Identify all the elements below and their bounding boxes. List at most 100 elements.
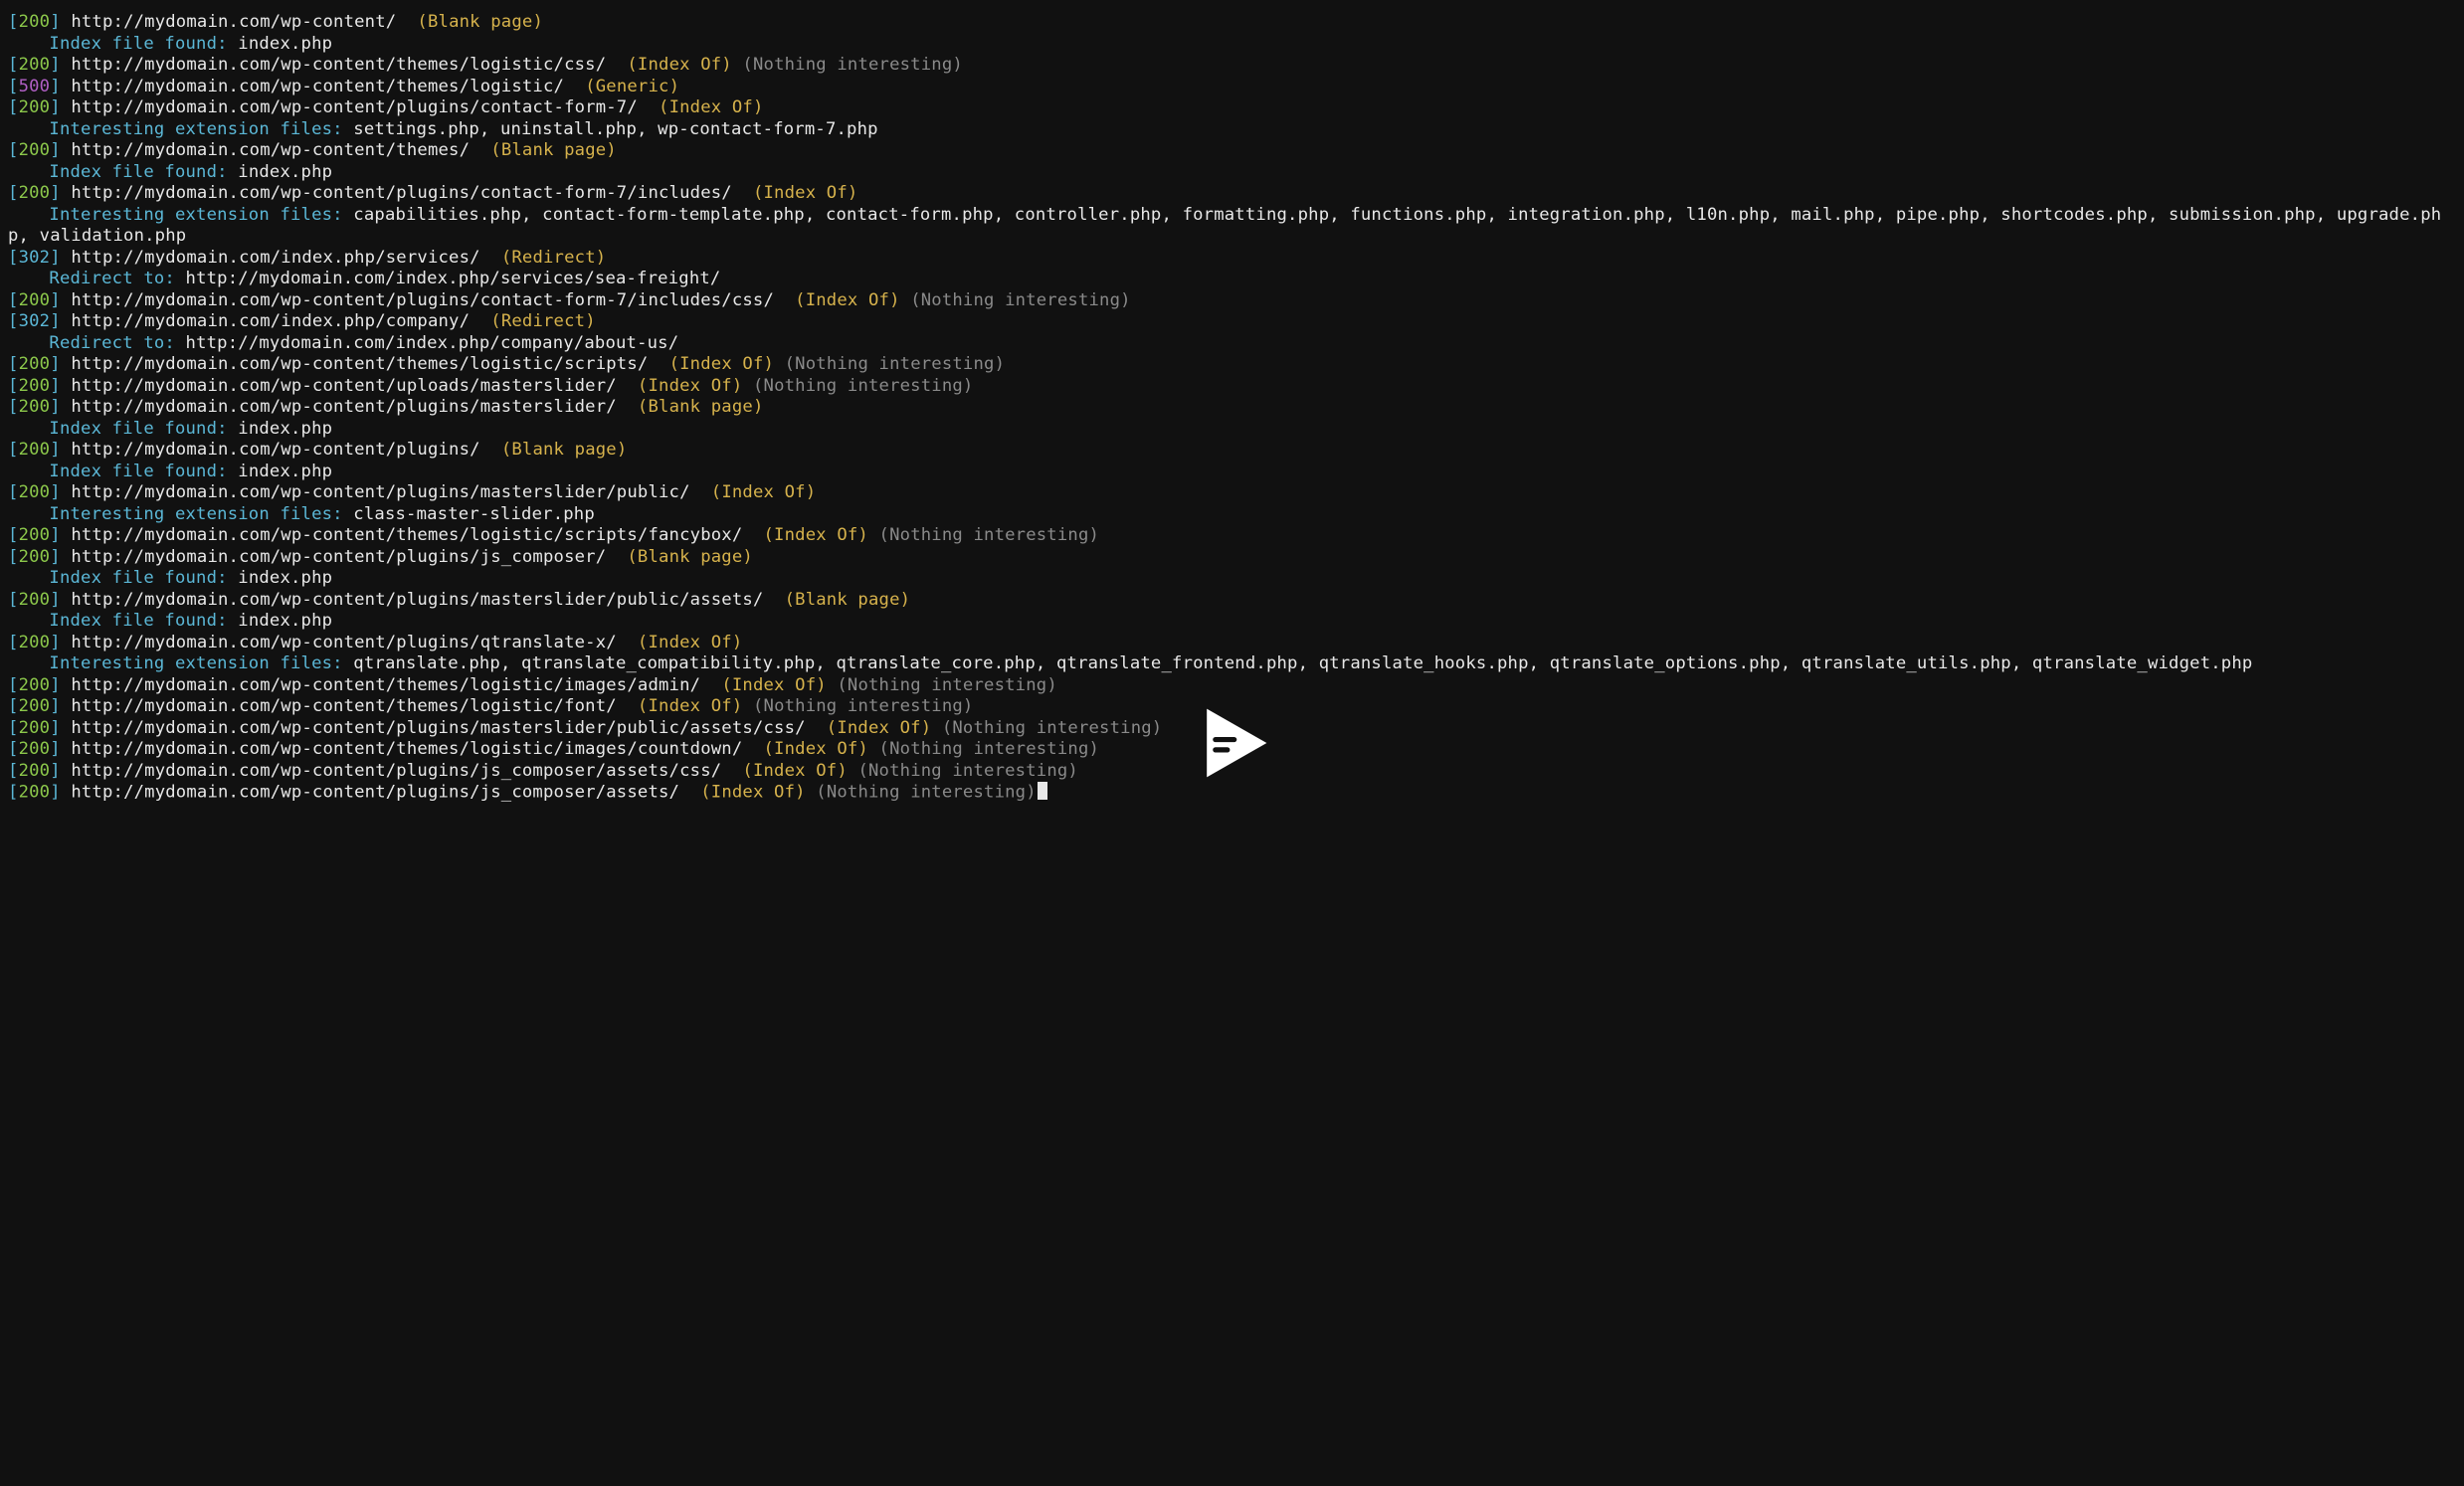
result-tag: (Index Of) xyxy=(638,376,742,396)
result-tag: (Nothing interesting) xyxy=(753,376,974,396)
scanned-url: http://mydomain.com/wp-content/plugins/j… xyxy=(71,782,679,802)
bracket-close: ] xyxy=(50,248,71,268)
detail-value: class-master-slider.php xyxy=(353,504,595,524)
http-status-code: 200 xyxy=(19,440,51,460)
result-tag: (Nothing interesting) xyxy=(942,718,1163,738)
result-tag: (Nothing interesting) xyxy=(910,290,1131,310)
scan-detail-row: Interesting extension files: settings.ph… xyxy=(8,119,2456,141)
scan-result-row: [302] http://mydomain.com/index.php/comp… xyxy=(8,311,2456,333)
result-tag: (Blank page) xyxy=(627,547,753,567)
bracket-open: [ xyxy=(8,248,19,268)
bracket-open: [ xyxy=(8,782,19,802)
http-status-code: 200 xyxy=(19,183,51,203)
result-tag: (Nothing interesting) xyxy=(837,675,1057,695)
result-tag: (Index Of) xyxy=(764,739,868,759)
scan-result-row: [200] http://mydomain.com/wp-content/plu… xyxy=(8,440,2456,462)
scan-detail-row: Interesting extension files: capabilitie… xyxy=(8,205,2456,248)
bracket-close: ] xyxy=(50,761,71,781)
scan-result-row: [200] http://mydomain.com/wp-content/plu… xyxy=(8,183,2456,205)
result-tag: (Nothing interesting) xyxy=(879,739,1100,759)
bracket-open: [ xyxy=(8,633,19,652)
detail-label: Index file found: xyxy=(49,611,227,631)
bracket-close: ] xyxy=(50,590,71,610)
scanned-url: http://mydomain.com/index.php/services/ xyxy=(71,248,479,268)
result-tag: (Nothing interesting) xyxy=(816,782,1037,802)
scan-detail-row: Redirect to: http://mydomain.com/index.p… xyxy=(8,269,2456,290)
http-status-code: 200 xyxy=(19,290,51,310)
bracket-close: ] xyxy=(50,290,71,310)
detail-value: index.php xyxy=(238,419,332,439)
bracket-open: [ xyxy=(8,696,19,716)
indent xyxy=(8,653,49,675)
indent xyxy=(8,119,49,141)
scanned-url: http://mydomain.com/wp-content/themes/lo… xyxy=(71,77,564,96)
http-status-code: 200 xyxy=(19,590,51,610)
result-tag: (Redirect) xyxy=(501,248,606,268)
bracket-close: ] xyxy=(50,782,71,802)
bracket-close: ] xyxy=(50,55,71,75)
scanned-url: http://mydomain.com/wp-content/plugins/q… xyxy=(71,633,616,652)
bracket-close: ] xyxy=(50,311,71,331)
scanned-url: http://mydomain.com/wp-content/plugins/c… xyxy=(71,183,732,203)
indent xyxy=(8,504,49,526)
bracket-close: ] xyxy=(50,183,71,203)
http-status-code: 200 xyxy=(19,55,51,75)
scanned-url: http://mydomain.com/wp-content/plugins/ xyxy=(71,440,479,460)
terminal-output[interactable]: [200] http://mydomain.com/wp-content/ (B… xyxy=(0,0,2464,816)
scanned-url: http://mydomain.com/wp-content/plugins/m… xyxy=(71,482,689,502)
bracket-close: ] xyxy=(50,696,71,716)
http-status-code: 200 xyxy=(19,97,51,117)
bracket-close: ] xyxy=(50,675,71,695)
bracket-close: ] xyxy=(50,376,71,396)
detail-value: qtranslate.php, qtranslate_compatibility… xyxy=(353,653,2252,673)
scan-detail-row: Index file found: index.php xyxy=(8,611,2456,633)
scan-result-row: [200] http://mydomain.com/wp-content/the… xyxy=(8,696,2456,718)
bracket-open: [ xyxy=(8,525,19,545)
detail-label: Redirect to: xyxy=(49,333,175,353)
http-status-code: 200 xyxy=(19,761,51,781)
scanned-url: http://mydomain.com/wp-content/themes/ xyxy=(71,140,470,160)
scan-result-row: [200] http://mydomain.com/wp-content/plu… xyxy=(8,482,2456,504)
scan-detail-row: Index file found: index.php xyxy=(8,568,2456,590)
bracket-close: ] xyxy=(50,12,71,32)
result-tag: (Index Of) xyxy=(753,183,857,203)
indent xyxy=(8,568,49,590)
detail-value: index.php xyxy=(238,611,332,631)
bracket-open: [ xyxy=(8,97,19,117)
scanned-url: http://mydomain.com/wp-content/ xyxy=(71,12,396,32)
scanned-url: http://mydomain.com/wp-content/themes/lo… xyxy=(71,525,742,545)
bracket-close: ] xyxy=(50,97,71,117)
bracket-open: [ xyxy=(8,547,19,567)
detail-value: index.php xyxy=(238,34,332,54)
result-tag: (Index Of) xyxy=(669,354,774,374)
indent xyxy=(8,419,49,441)
scan-detail-row: Redirect to: http://mydomain.com/index.p… xyxy=(8,333,2456,355)
indent xyxy=(8,333,49,355)
scanned-url: http://mydomain.com/wp-content/plugins/c… xyxy=(71,97,638,117)
detail-label: Interesting extension files: xyxy=(49,205,342,225)
scan-result-row: [200] http://mydomain.com/wp-content/plu… xyxy=(8,718,2456,740)
result-tag: (Index Of) xyxy=(638,633,742,652)
scanned-url: http://mydomain.com/wp-content/plugins/j… xyxy=(71,547,606,567)
result-tag: (Nothing interesting) xyxy=(742,55,963,75)
scan-result-row: [200] http://mydomain.com/wp-content/plu… xyxy=(8,761,2456,783)
result-tag: (Index Of) xyxy=(711,482,816,502)
bracket-close: ] xyxy=(50,440,71,460)
http-status-code: 200 xyxy=(19,376,51,396)
http-status-code: 200 xyxy=(19,718,51,738)
bracket-close: ] xyxy=(50,140,71,160)
bracket-open: [ xyxy=(8,290,19,310)
result-tag: (Nothing interesting) xyxy=(785,354,1006,374)
detail-value: capabilities.php, contact-form-template.… xyxy=(8,205,2441,247)
scan-result-row: [200] http://mydomain.com/wp-content/plu… xyxy=(8,782,2456,804)
scan-result-row: [200] http://mydomain.com/wp-content/ (B… xyxy=(8,12,2456,34)
scan-detail-row: Interesting extension files: class-maste… xyxy=(8,504,2456,526)
http-status-code: 200 xyxy=(19,140,51,160)
result-tag: (Blank page) xyxy=(785,590,911,610)
scanned-url: http://mydomain.com/wp-content/plugins/m… xyxy=(71,718,805,738)
scan-result-row: [200] http://mydomain.com/wp-content/the… xyxy=(8,55,2456,77)
result-tag: (Index Of) xyxy=(638,696,742,716)
bracket-open: [ xyxy=(8,739,19,759)
scan-detail-row: Index file found: index.php xyxy=(8,462,2456,483)
http-status-code: 200 xyxy=(19,354,51,374)
